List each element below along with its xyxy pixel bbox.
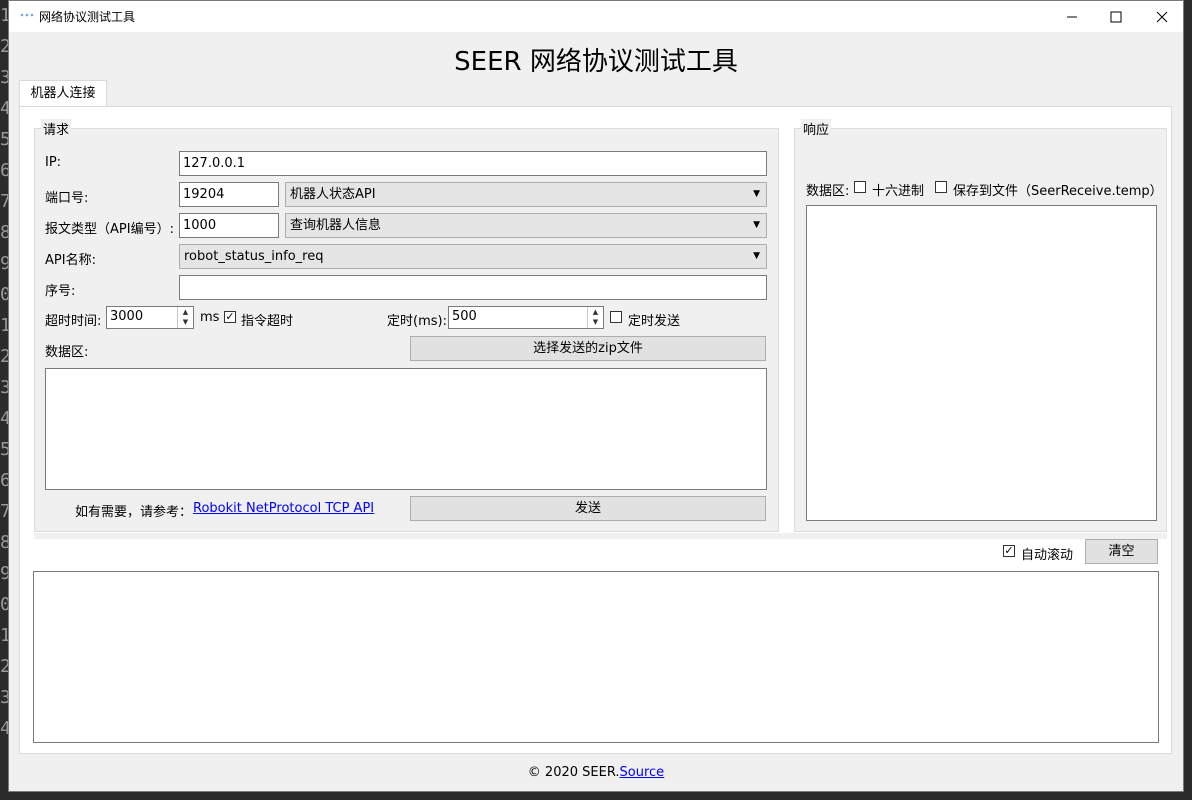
log-textarea[interactable]: [33, 571, 1159, 743]
ip-label: IP:: [45, 155, 62, 170]
msgtype-select[interactable]: 查询机器人信息 ▼: [285, 213, 767, 238]
autoscroll-label: 自动滚动: [1021, 548, 1074, 563]
response-group-title: 响应: [801, 119, 832, 138]
request-data-label: 数据区:: [45, 345, 89, 360]
timeout-spinbox[interactable]: 3000 ▲ ▼: [106, 306, 194, 329]
ip-input[interactable]: 127.0.0.1: [179, 151, 767, 176]
timer-send-checkbox[interactable]: [610, 311, 622, 323]
msgtype-input[interactable]: 1000: [179, 213, 279, 238]
response-group: 响应 数据区: 十六进制 保存到文件（SeerReceive.temp）: [794, 119, 1167, 532]
select-zip-button[interactable]: 选择发送的zip文件: [410, 336, 766, 361]
footer: © 2020 SEER.Source: [9, 765, 1183, 780]
window-title: 网络协议测试工具: [39, 10, 136, 24]
close-button[interactable]: [1139, 1, 1185, 32]
apiname-select-value: robot_status_info_req: [184, 249, 324, 264]
source-link[interactable]: Source: [620, 765, 665, 780]
separator: [34, 533, 1167, 539]
chevron-down-icon: ▼: [753, 251, 760, 261]
timeout-unit: ms: [200, 310, 220, 325]
seq-label: 序号:: [45, 284, 76, 299]
timer-send-label: 定时发送: [628, 314, 681, 329]
spin-arrows-icon[interactable]: ▲ ▼: [587, 307, 603, 328]
save-to-file-label: 保存到文件（SeerReceive.temp）: [953, 184, 1163, 199]
msgtype-label: 报文类型（API编号）:: [45, 222, 174, 237]
port-label: 端口号:: [45, 191, 89, 206]
minimize-button[interactable]: [1049, 1, 1095, 32]
tab-panel: 请求 IP: 127.0.0.1 端口号: 19204 机器人状态API ▼ 报…: [19, 106, 1172, 754]
request-data-textarea[interactable]: [45, 368, 767, 490]
copyright-text: © 2020 SEER.: [527, 765, 620, 780]
cmd-timeout-checkbox[interactable]: ✓: [224, 311, 236, 323]
response-data-label: 数据区:: [806, 184, 850, 199]
timer-value: 500: [452, 309, 477, 324]
port-input[interactable]: 19204: [179, 182, 279, 207]
hex-checkbox[interactable]: [854, 181, 866, 193]
autoscroll-checkbox[interactable]: ✓: [1003, 545, 1015, 557]
port-api-select-value: 机器人状态API: [290, 187, 376, 202]
clear-button[interactable]: 清空: [1085, 539, 1158, 564]
minimize-icon: [1067, 16, 1077, 17]
title-bar[interactable]: 网络协议测试工具: [9, 1, 1183, 32]
cmd-timeout-label: 指令超时: [241, 314, 294, 329]
maximize-button[interactable]: [1093, 1, 1139, 32]
timeout-value: 3000: [110, 309, 144, 324]
request-group: 请求 IP: 127.0.0.1 端口号: 19204 机器人状态API ▼ 报…: [34, 119, 779, 532]
save-to-file-checkbox[interactable]: [935, 181, 947, 193]
close-icon: [1156, 11, 1168, 22]
maximize-icon: [1110, 11, 1122, 22]
app-icon: [20, 13, 34, 17]
timeout-label: 超时时间:: [45, 314, 102, 329]
reference-link[interactable]: Robokit NetProtocol TCP API: [193, 501, 374, 516]
hex-label: 十六进制: [872, 184, 925, 199]
msgtype-select-value: 查询机器人信息: [290, 218, 382, 233]
chevron-down-icon: ▼: [753, 220, 760, 230]
spin-arrows-icon[interactable]: ▲ ▼: [177, 307, 193, 328]
timer-label: 定时(ms):: [387, 314, 447, 329]
seq-input[interactable]: [179, 275, 767, 300]
timer-spinbox[interactable]: 500 ▲ ▼: [448, 306, 604, 329]
port-api-select[interactable]: 机器人状态API ▼: [285, 182, 767, 207]
apiname-label: API名称:: [45, 253, 96, 268]
send-button[interactable]: 发送: [410, 496, 766, 521]
apiname-select[interactable]: robot_status_info_req ▼: [179, 244, 767, 269]
response-data-textarea[interactable]: [806, 205, 1157, 521]
tab-robot-connection[interactable]: 机器人连接: [19, 80, 107, 106]
chevron-down-icon: ▼: [753, 189, 760, 199]
app-heading: SEER 网络协议测试工具: [454, 47, 738, 77]
reference-text: 如有需要，请参考：: [75, 505, 193, 520]
app-window: 网络协议测试工具 SEER 网络协议测试工具 机器人连接 请求 IP: 127.…: [8, 0, 1184, 792]
request-group-title: 请求: [41, 119, 72, 138]
